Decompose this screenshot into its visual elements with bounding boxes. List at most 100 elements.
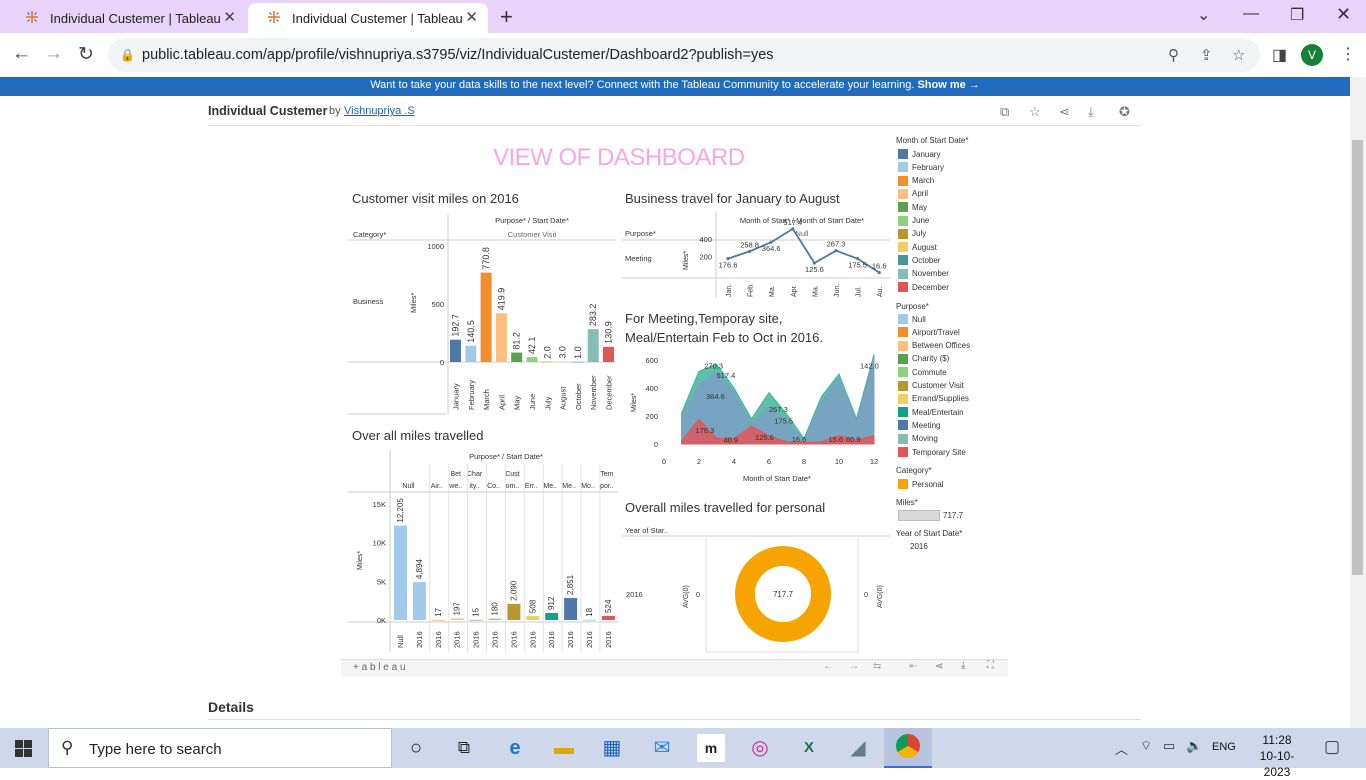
legend-item-purpose[interactable]: Null — [898, 314, 926, 324]
app-tile-icon[interactable]: m — [697, 734, 725, 762]
chart1-bar[interactable] — [526, 357, 538, 362]
chart1-bar[interactable] — [480, 272, 492, 362]
chart4-bar[interactable] — [507, 603, 521, 620]
fullscreen-icon[interactable]: ⛶ — [987, 660, 994, 671]
chart1-bar[interactable] — [557, 361, 569, 363]
legend-item-personal[interactable]: Personal — [898, 479, 944, 489]
language-indicator[interactable]: ENG — [1212, 741, 1236, 753]
reload-icon[interactable]: ↻ — [78, 43, 94, 66]
browser-tab-inactive[interactable]: Individual Custemer | Tableau Pu ✕ — [6, 3, 246, 33]
zoom-icon[interactable]: ⚲ — [1168, 46, 1179, 64]
chart1-bar[interactable] — [465, 345, 477, 362]
menu-kebab-icon[interactable]: ⋮ — [1340, 44, 1356, 64]
notes-icon[interactable]: ◢ — [844, 734, 872, 762]
file-explorer-icon[interactable]: ▬ — [550, 734, 578, 762]
network-icon[interactable]: ⌔ — [1140, 738, 1152, 754]
chart1-bar[interactable] — [587, 329, 599, 362]
chart4-bar[interactable] — [526, 616, 540, 620]
banner-show-me-link[interactable]: Show me → — [917, 79, 979, 91]
clock[interactable]: 11:28 10-10-2023 — [1247, 732, 1307, 780]
close-tab-icon[interactable]: ✕ — [465, 8, 478, 26]
legend-item-purpose[interactable]: Errand/Supplies — [898, 393, 969, 404]
legend-item-purpose[interactable]: Temporary Site — [898, 447, 966, 457]
chrome-taskbar-icon[interactable] — [884, 728, 932, 768]
chart4-bar[interactable] — [431, 619, 445, 621]
bookmark-star-icon[interactable]: ☆ — [1232, 46, 1245, 64]
chart1-bar[interactable] — [450, 339, 461, 362]
notifications-icon[interactable]: ▢ — [1324, 737, 1340, 757]
legend-item-month[interactable]: February — [898, 162, 944, 173]
chart2-point[interactable] — [791, 227, 795, 231]
legend-item-month[interactable]: October — [898, 255, 940, 266]
legend-item-month[interactable]: June — [898, 215, 929, 226]
chart-customer-visit-miles[interactable]: Purpose* / Start Date* Customer Visit Ca… — [348, 210, 618, 418]
legend-item-month[interactable]: March — [898, 175, 934, 186]
chart4-bar[interactable] — [564, 597, 578, 620]
chart4-bar[interactable] — [412, 582, 426, 620]
task-view-icon[interactable]: ⧉ — [450, 734, 478, 762]
store-icon[interactable]: ▦ — [598, 734, 626, 762]
page-scrollbar-thumb[interactable] — [1352, 140, 1363, 575]
chart4-bar[interactable] — [469, 619, 483, 621]
legend-item-purpose[interactable]: Charity ($) — [898, 353, 949, 364]
close-window-icon[interactable]: ✕ — [1336, 4, 1351, 25]
url-text[interactable]: public.tableau.com/app/profile/vishnupri… — [142, 47, 774, 63]
chart-overall-miles[interactable]: Purpose* / Start Date* Miles* Null Air.. B… — [348, 448, 620, 654]
favorite-star-icon[interactable]: ☆ — [1029, 104, 1041, 120]
chart2-point[interactable] — [877, 270, 881, 275]
chart4-bar[interactable] — [583, 619, 596, 621]
legend-item-purpose[interactable]: Meal/Entertain — [898, 407, 964, 418]
legend-item-purpose[interactable]: Airport/Travel — [898, 327, 960, 338]
windows-start-icon[interactable] — [15, 740, 32, 757]
chart-area-meeting[interactable]: Miles* Month of Start Date* 600 400 200 00 2… — [622, 352, 892, 486]
minimize-icon[interactable]: — — [1243, 5, 1259, 23]
tableau-logo[interactable]: + a b l e a u — [353, 662, 406, 673]
legend-item-month[interactable]: January — [898, 149, 940, 159]
forward-arrow-icon[interactable]: → — [44, 43, 63, 65]
chart4-bar[interactable] — [601, 615, 615, 620]
browser-tab-active[interactable]: Individual Custemer | Tableau Pu ✕ — [248, 3, 488, 33]
legend-item-purpose[interactable]: Between Offices — [898, 340, 970, 351]
revert-icon[interactable]: ⇆ — [873, 661, 881, 672]
download-icon[interactable]: ⤓ — [961, 660, 965, 671]
legend-item-purpose[interactable]: Meeting — [898, 420, 940, 431]
mail-icon[interactable]: ✉ — [648, 734, 676, 762]
side-panel-icon[interactable]: ◨ — [1272, 45, 1287, 65]
legend-item-month[interactable]: November — [898, 268, 949, 279]
copy-icon[interactable]: ⧉ — [1000, 104, 1009, 120]
battery-icon[interactable]: ▭ — [1163, 738, 1175, 754]
address-bar[interactable]: 🔒 public.tableau.com/app/profile/vishnup… — [108, 38, 1260, 72]
tray-chevron-icon[interactable]: ︿ — [1115, 739, 1128, 758]
legend-item-purpose[interactable]: Customer Visit — [898, 380, 964, 391]
legend-item-month[interactable]: July — [898, 228, 926, 239]
chart1-bar[interactable] — [511, 352, 523, 362]
back-arrow-icon[interactable]: ← — [12, 43, 31, 65]
chart4-bar[interactable] — [394, 525, 407, 620]
profile-avatar[interactable]: V — [1301, 44, 1323, 66]
redo-icon[interactable]: → — [849, 661, 859, 672]
chart1-bar[interactable] — [495, 313, 507, 362]
lock-icon[interactable]: 🔒 — [120, 48, 135, 62]
taskbar-search[interactable]: ⚲ Type here to search — [48, 728, 392, 768]
chart4-bar[interactable] — [545, 612, 559, 620]
edge-icon[interactable]: e — [501, 734, 529, 762]
author-link[interactable]: Vishnupriya .S — [344, 105, 415, 117]
legend-item-month[interactable]: May — [898, 202, 927, 213]
excel-icon[interactable]: X — [795, 734, 823, 762]
chart4-bar[interactable] — [450, 618, 464, 620]
legend-item-month[interactable]: December — [898, 282, 949, 292]
cortana-icon[interactable]: ○ — [402, 734, 430, 762]
chart1-bar[interactable] — [603, 346, 614, 362]
chart-personal-donut[interactable]: Year of Star.. 2016 AVG(0) 0 0 AVG(0) 71… — [622, 520, 892, 654]
pause-icon[interactable]: ⇤ — [909, 661, 917, 672]
legend-item-purpose[interactable]: Commute — [898, 367, 947, 378]
instagram-icon[interactable]: ◎ — [746, 734, 774, 762]
maximize-icon[interactable]: ❐ — [1290, 5, 1304, 25]
undo-icon[interactable]: ← — [823, 661, 833, 672]
chart2-point[interactable] — [834, 249, 838, 253]
share-icon[interactable]: ⋖ — [1059, 104, 1070, 120]
share-icon[interactable]: ⋖ — [935, 661, 943, 672]
legend-item-month[interactable]: April — [898, 188, 928, 199]
chart1-bar[interactable] — [541, 361, 553, 363]
volume-icon[interactable]: 🔈 — [1186, 738, 1202, 754]
